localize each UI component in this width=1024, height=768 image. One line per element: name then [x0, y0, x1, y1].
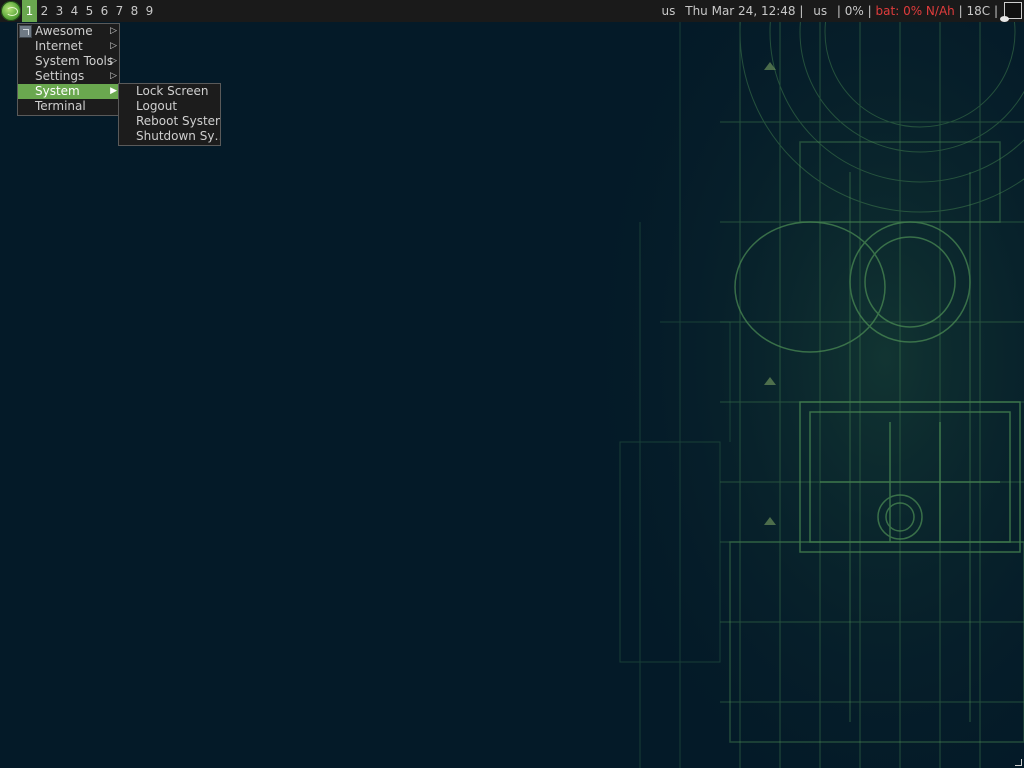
tag-4[interactable]: 4 — [67, 0, 82, 22]
menu-item-label: Reboot System — [136, 114, 220, 128]
tag-8[interactable]: 8 — [127, 0, 142, 22]
menu-item-awesome[interactable]: Awesome ▷ — [18, 24, 119, 39]
separator: | — [958, 4, 963, 18]
volume-text[interactable]: 0% — [845, 4, 864, 18]
wallpaper-blueprint — [560, 22, 1024, 768]
menu-item-label: Internet — [35, 39, 83, 53]
submenu-arrow-icon: ▷ — [110, 71, 117, 81]
system-submenu: Lock Screen Logout Reboot System Shutdow… — [118, 83, 221, 146]
separator: | — [799, 4, 804, 18]
menu-item-label: Settings — [35, 69, 85, 83]
tag-2[interactable]: 2 — [37, 0, 52, 22]
menu-item-label: Terminal — [35, 99, 86, 113]
submenu-arrow-icon: ▶ — [110, 86, 117, 96]
menu-item-label: System — [35, 84, 80, 98]
menu-item-label: Awesome — [35, 24, 93, 38]
separator: | — [867, 4, 872, 18]
keyboard-layout-indicator-2[interactable]: us — [813, 4, 827, 18]
desktop[interactable]: 1 2 3 4 5 6 7 8 9 us Thu Mar 24, 12:48 |… — [0, 0, 1024, 768]
launcher-icon[interactable] — [1, 1, 21, 21]
keyboard-layout-indicator[interactable]: us — [662, 4, 676, 18]
menu-item-settings[interactable]: Settings ▷ — [18, 69, 119, 84]
main-menu: Awesome ▷ Internet ▷ System Tools ▷ Sett… — [17, 23, 120, 116]
menu-item-lock-screen[interactable]: Lock Screen — [119, 84, 220, 99]
menu-item-internet[interactable]: Internet ▷ — [18, 39, 119, 54]
datetime-text[interactable]: Thu Mar 24, 12:48 — [685, 4, 795, 18]
submenu-arrow-icon: ▷ — [110, 41, 117, 51]
menu-item-reboot-system[interactable]: Reboot System — [119, 114, 220, 129]
separator: | — [993, 4, 998, 18]
tag-3[interactable]: 3 — [52, 0, 67, 22]
menu-item-label: Lock Screen — [136, 84, 209, 98]
separator: | — [836, 4, 841, 18]
tag-1[interactable]: 1 — [22, 0, 37, 22]
layout-icon[interactable] — [1000, 2, 1022, 22]
submenu-arrow-icon: ▷ — [110, 56, 117, 66]
status-area: us Thu Mar 24, 12:48 | us | 0% | bat: 0%… — [662, 0, 998, 22]
resize-corner-icon — [1015, 759, 1022, 766]
tag-6[interactable]: 6 — [97, 0, 112, 22]
menu-item-label: Logout — [136, 99, 178, 113]
submenu-arrow-icon: ▷ — [110, 26, 117, 36]
menu-item-label: System Tools — [35, 54, 114, 68]
tag-7[interactable]: 7 — [112, 0, 127, 22]
menu-item-label: Shutdown Sy… — [136, 129, 220, 143]
tag-9[interactable]: 9 — [142, 0, 157, 22]
tag-5[interactable]: 5 — [82, 0, 97, 22]
menu-item-shutdown-system[interactable]: Shutdown Sy… — [119, 129, 220, 144]
menu-item-system[interactable]: System ▶ — [18, 84, 119, 99]
menu-item-system-tools[interactable]: System Tools ▷ — [18, 54, 119, 69]
temperature-text: 18C — [966, 4, 991, 18]
awesome-icon — [19, 25, 32, 38]
tag-list: 1 2 3 4 5 6 7 8 9 — [22, 0, 157, 22]
menu-item-terminal[interactable]: Terminal — [18, 99, 119, 114]
top-bar: 1 2 3 4 5 6 7 8 9 us Thu Mar 24, 12:48 |… — [0, 0, 1024, 22]
battery-text: bat: 0% N/Ah — [875, 4, 955, 18]
menu-item-logout[interactable]: Logout — [119, 99, 220, 114]
